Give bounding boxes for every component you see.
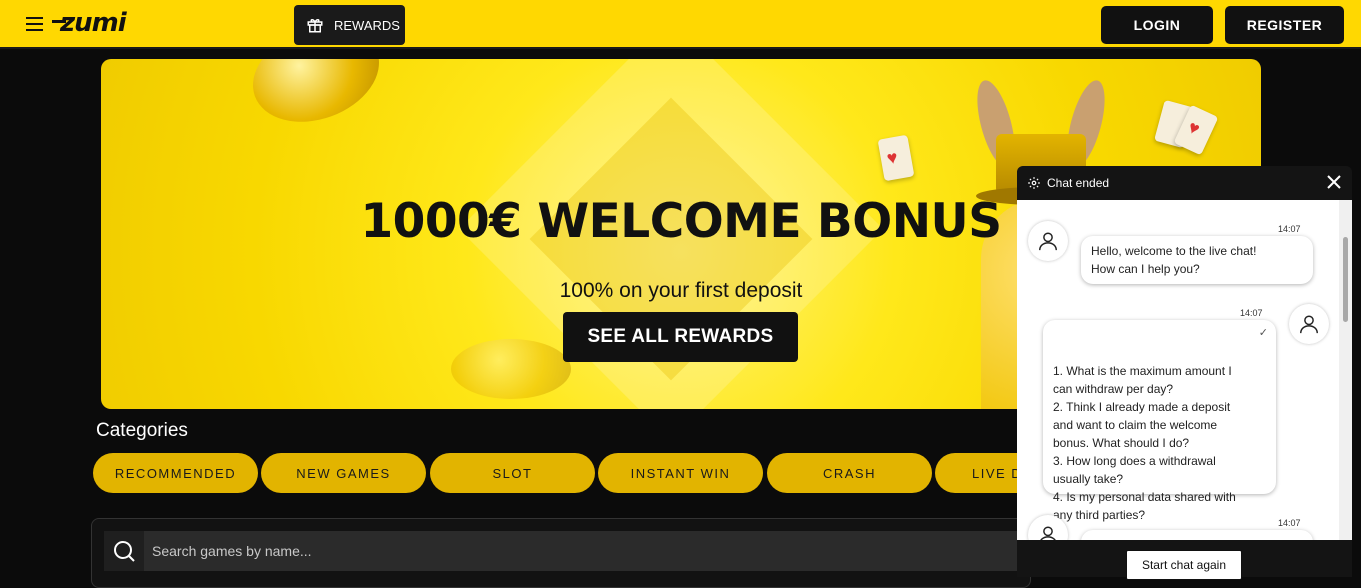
register-button[interactable]: REGISTER <box>1225 6 1344 44</box>
chat-header: Chat ended <box>1017 166 1352 200</box>
live-chat-widget: Chat ended 14:07 Hello, welcome to the l… <box>1017 166 1352 580</box>
chat-status: Chat ended <box>1047 176 1110 190</box>
scrollbar-thumb[interactable] <box>1343 237 1348 322</box>
site-logo[interactable]: zumi <box>52 8 127 38</box>
agent-message: Hello, welcome to the live chat! How can… <box>1081 236 1313 284</box>
agent-message <box>1081 530 1313 540</box>
categories-heading: Categories <box>96 420 188 441</box>
user-avatar-icon <box>1289 304 1329 344</box>
search-input[interactable] <box>152 531 1012 571</box>
category-crash[interactable]: CRASH <box>767 453 932 493</box>
search-icon[interactable] <box>104 531 144 571</box>
search-box <box>104 531 1024 571</box>
user-message-text: 1. What is the maximum amount I can with… <box>1053 364 1236 522</box>
category-pills: RECOMMENDED NEW GAMES SLOT INSTANT WIN C… <box>93 453 1018 493</box>
gift-icon <box>307 19 323 33</box>
category-new-games[interactable]: NEW GAMES <box>261 453 426 493</box>
chat-messages[interactable]: 14:07 Hello, welcome to the live chat! H… <box>1017 200 1339 540</box>
coin-illustration <box>451 339 571 399</box>
category-slot[interactable]: SLOT <box>430 453 595 493</box>
agent-avatar-icon <box>1028 221 1068 261</box>
user-message: ✓ 1. What is the maximum amount I can wi… <box>1043 320 1276 522</box>
playing-card-illustration: ♥ <box>877 134 915 182</box>
menu-icon[interactable] <box>26 17 43 32</box>
top-navigation-bar: zumi REWARDS LOGIN REGISTER <box>0 0 1361 49</box>
message-time: 14:07 <box>1278 518 1301 528</box>
start-chat-again-button[interactable]: Start chat again <box>1126 550 1242 580</box>
coin-illustration <box>239 59 393 139</box>
chat-footer: Start chat again <box>1017 540 1352 580</box>
search-panel <box>91 518 1031 588</box>
login-button[interactable]: LOGIN <box>1101 6 1213 44</box>
message-time: 14:07 <box>1278 224 1301 234</box>
category-live[interactable]: LIVE D <box>935 453 1018 493</box>
category-recommended[interactable]: RECOMMENDED <box>93 453 258 493</box>
message-time: 14:07 <box>1240 308 1263 318</box>
see-all-rewards-button[interactable]: SEE ALL REWARDS <box>563 312 798 362</box>
close-icon[interactable] <box>1326 174 1342 190</box>
chat-scrollbar[interactable] <box>1339 200 1352 540</box>
rewards-label: REWARDS <box>334 17 400 33</box>
rewards-button[interactable]: REWARDS <box>294 5 405 45</box>
logo-text: zumi <box>60 8 127 38</box>
read-check-icon: ✓ <box>1258 327 1268 339</box>
gear-icon[interactable] <box>1027 176 1041 190</box>
category-instant-win[interactable]: INSTANT WIN <box>598 453 763 493</box>
